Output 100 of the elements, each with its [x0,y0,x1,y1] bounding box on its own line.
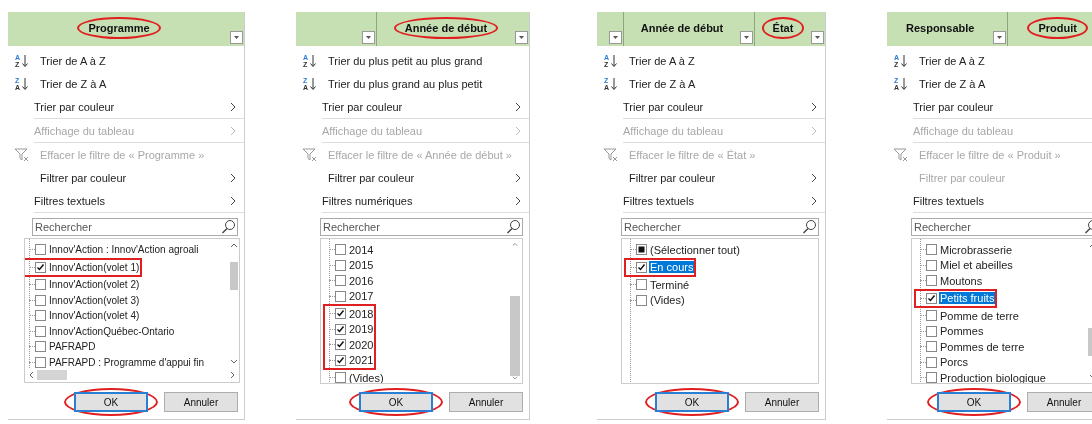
menu-item[interactable]: Filtrer par couleur [296,166,529,189]
list-item-label[interactable]: 2016 [348,274,375,287]
search-field[interactable]: Rechercher [621,218,819,236]
dropdown-button[interactable] [740,31,753,44]
checkbox[interactable] [335,323,346,335]
list-item-label[interactable]: Microbrasserie [939,243,1014,256]
menu-item[interactable]: Filtres textuels [34,189,244,213]
checkbox[interactable] [35,310,46,322]
list-item-label[interactable]: Moutons [939,274,984,287]
checkbox[interactable] [926,356,937,368]
checkbox[interactable] [335,354,346,366]
list-item-label[interactable]: Innov'Action(volet 4) [48,310,141,322]
search-icon [802,219,817,234]
checkbox[interactable] [35,279,46,291]
list-item-label[interactable]: Innov'Action(volet 1) [48,261,141,273]
dropdown-button[interactable] [811,31,824,44]
scrollbar-thumb[interactable] [510,296,520,376]
ok-button[interactable]: OK [74,392,148,412]
checkbox[interactable] [636,294,647,306]
dropdown-button[interactable] [362,31,375,44]
cancel-button[interactable]: Annuler [164,392,238,412]
list-item-label[interactable]: Pommes de terre [939,340,1026,353]
ok-button[interactable]: OK [655,392,729,412]
checkbox[interactable] [335,290,346,302]
list-item-label[interactable]: 2021 [348,354,375,367]
checkbox[interactable] [335,244,346,256]
column-header-label: Responsable [906,22,975,34]
checkbox[interactable] [926,310,937,322]
menu-item[interactable]: Filtres numériques [322,189,529,213]
menu-item[interactable]: Trier par couleur [623,95,825,119]
checkbox[interactable] [35,244,46,256]
checkbox[interactable] [35,294,46,306]
checkbox[interactable] [926,325,937,337]
list-item-label[interactable]: Innov'Action(volet 3) [48,294,141,306]
menu-item[interactable]: Filtrer par couleur [8,166,244,189]
list-item-label[interactable]: 2015 [348,259,375,272]
checkbox[interactable] [926,292,937,304]
menu-item[interactable]: Filtres textuels [623,189,825,213]
cancel-button[interactable]: Annuler [745,392,819,412]
list-item-label[interactable]: 2020 [348,338,375,351]
list-item-label[interactable]: Terminé [649,278,691,291]
search-icon [506,219,521,234]
checkbox[interactable] [926,259,937,271]
list-item-label[interactable]: En cours [649,261,695,274]
column-header-label: Année de début [640,22,724,34]
list-item-label[interactable]: (Sélectionner tout) [649,243,741,256]
list-item-label[interactable]: 2014 [348,243,375,256]
list-item-label[interactable]: Innov'Action(volet 2) [48,279,141,291]
list-item-label[interactable]: PAFRAPD [48,341,97,353]
list-item-label[interactable]: Petits fruits [939,292,996,305]
clear-filter-icon [603,147,618,162]
list-item-label[interactable]: Pommes [939,325,985,338]
checkbox[interactable] [335,372,346,383]
clear-filter-icon [893,147,908,162]
column-header-label: Année de début [404,22,488,34]
checkbox[interactable] [335,339,346,351]
dropdown-button[interactable] [609,31,622,44]
ok-button[interactable]: OK [937,392,1011,412]
scrollbar-thumb[interactable] [37,370,67,380]
checkbox[interactable] [926,372,937,383]
dropdown-button[interactable] [230,31,243,44]
cancel-button[interactable]: Annuler [449,392,523,412]
menu-item[interactable]: Trier par couleur [322,95,529,119]
search-field[interactable]: Rechercher [320,218,523,236]
checkbox[interactable] [926,341,937,353]
checkbox[interactable] [636,261,647,273]
checkbox[interactable] [636,279,647,291]
checkbox[interactable] [35,261,46,273]
list-item-label[interactable]: 2017 [348,290,375,303]
checkbox[interactable] [335,308,346,320]
checkbox[interactable] [35,325,46,337]
checkbox[interactable] [926,275,937,287]
list-item-label[interactable]: PAFRAPD : Programme d'appui fin [48,356,206,368]
list-item-label[interactable]: Porcs [939,356,970,369]
scrollbar-thumb[interactable] [229,262,238,290]
dropdown-button[interactable] [515,31,528,44]
checkbox[interactable] [926,244,937,256]
list-item-label[interactable]: 2018 [348,307,375,320]
menu-item[interactable]: Filtres textuels [913,189,1092,213]
column-header-label: Programme [88,22,150,34]
list-item-label[interactable]: 2019 [348,323,375,336]
dropdown-button[interactable] [993,31,1007,44]
checkbox[interactable] [335,259,346,271]
menu-item[interactable]: Filtrer par couleur [597,166,825,189]
list-item-label[interactable]: Innov'ActionQuébec-Ontario [48,325,176,337]
list-item-label[interactable]: Pomme de terre [939,309,1020,322]
ok-button[interactable]: OK [359,392,433,412]
checkbox[interactable] [35,356,46,368]
search-field[interactable]: Rechercher [32,218,238,236]
search-icon [221,219,236,234]
cancel-button[interactable]: Annuler [1027,392,1092,412]
checkbox[interactable] [35,341,46,353]
clear-filter-icon [302,147,317,162]
menu-item[interactable]: Trier par couleur [913,95,1092,119]
checkbox[interactable] [335,275,346,287]
search-field[interactable]: Rechercher [911,218,1092,236]
list-item-label[interactable]: Miel et abeilles [939,259,1014,272]
list-item-label[interactable]: (Vides) [649,294,686,307]
menu-item[interactable]: Trier par couleur [34,95,244,119]
list-item-label[interactable]: Innov'Action : Innov'Action agroali [48,244,200,256]
